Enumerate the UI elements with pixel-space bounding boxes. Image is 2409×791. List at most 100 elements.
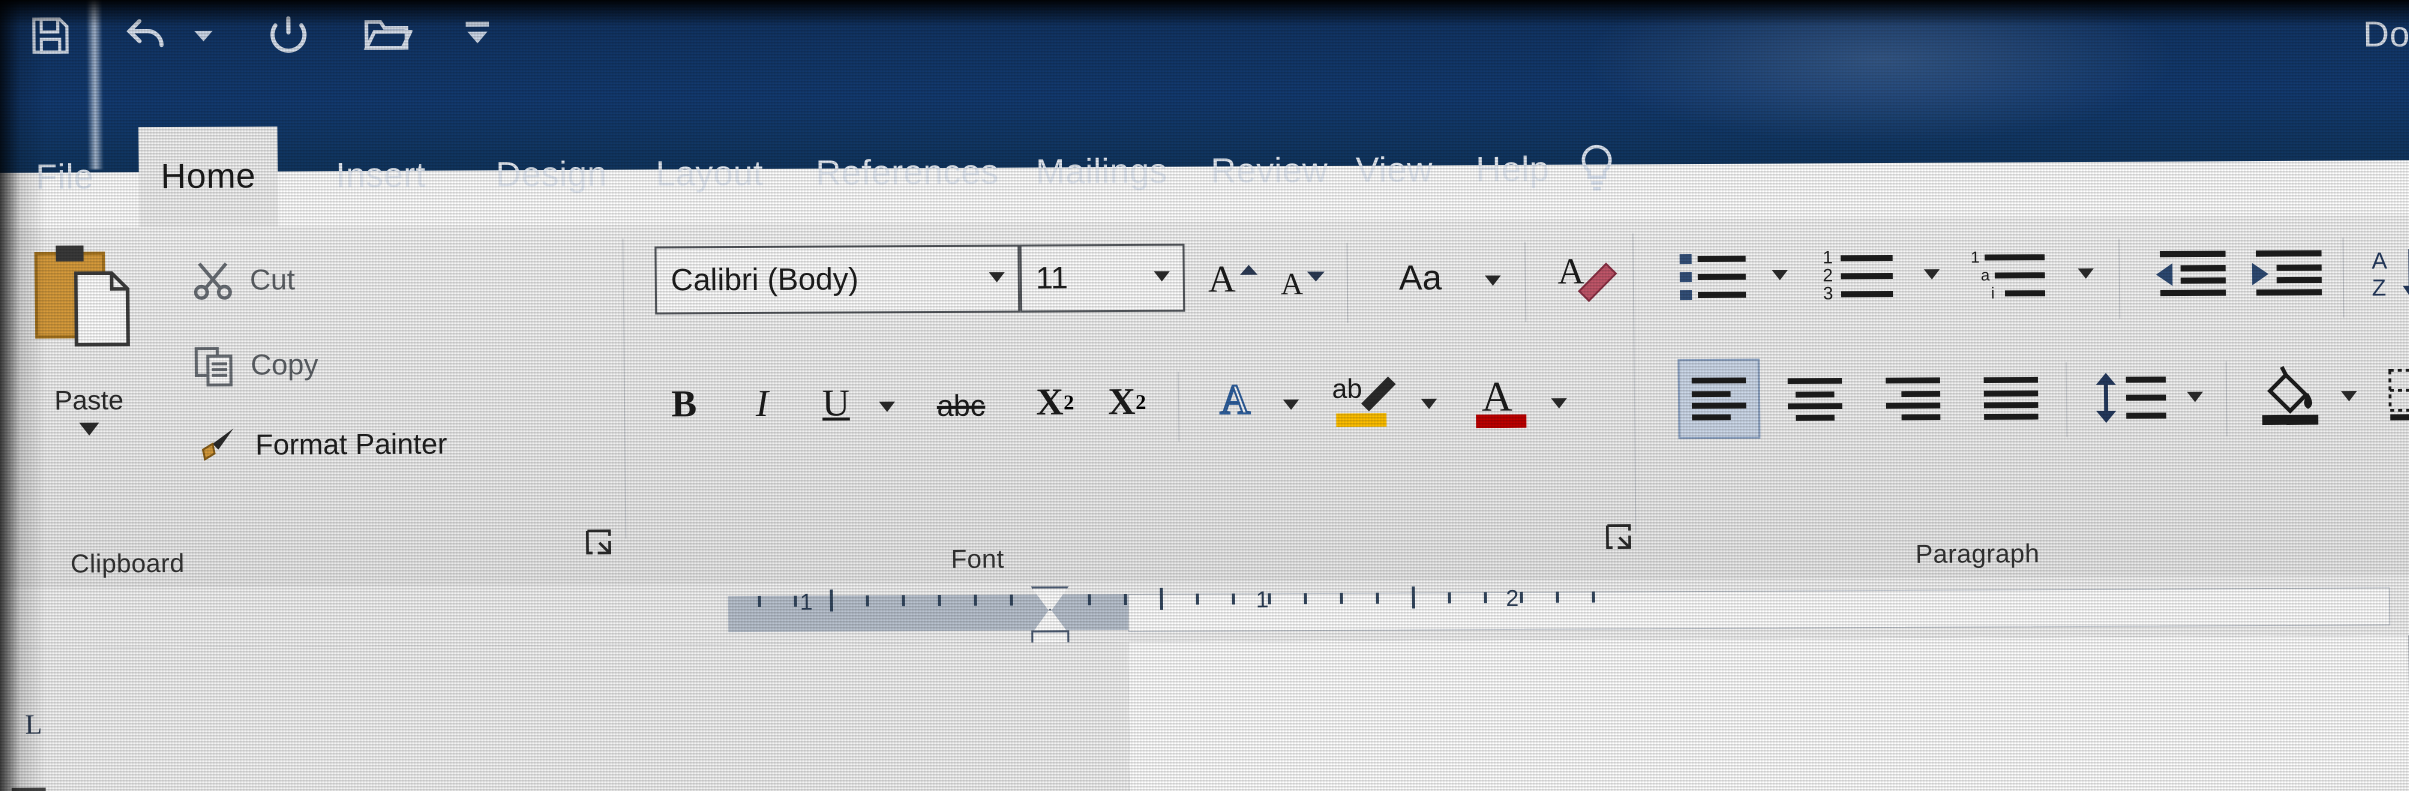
tab-stop-selector[interactable]: L [25, 710, 42, 742]
increase-indent-button[interactable] [2241, 240, 2330, 306]
tab-design[interactable]: Design [473, 125, 629, 226]
paintbrush-icon [201, 428, 234, 461]
align-left-icon [1691, 377, 1747, 421]
ruler-label-2: 2 [1505, 584, 1519, 612]
subscript-glyph: X [1035, 381, 1064, 424]
line-spacing-dropdown-icon[interactable] [2182, 388, 2208, 409]
shading-dropdown-icon[interactable] [2336, 388, 2362, 409]
grow-font-glyph: A [1207, 258, 1236, 301]
change-case-glyph: Aa [1398, 258, 1442, 298]
sort-button[interactable]: A Z [2365, 239, 2409, 305]
tab-references[interactable]: References [793, 123, 1021, 224]
svg-text:A: A [2372, 248, 2388, 274]
change-case-button[interactable]: Aa [1373, 248, 1469, 308]
ruler-label-1a: 1 [799, 588, 813, 615]
grow-font-button[interactable]: A [1203, 249, 1266, 309]
clear-formatting-button[interactable]: A [1550, 243, 1621, 307]
font-size-dropdown-icon[interactable] [1141, 267, 1183, 288]
copy-button[interactable]: Copy [190, 341, 318, 390]
superscript-button[interactable]: X 2 [1096, 372, 1159, 432]
align-right-icon [1885, 377, 1941, 421]
lightbulb-icon[interactable] [1574, 141, 1621, 202]
font-size-combo[interactable]: 11 [1019, 243, 1186, 313]
align-center-icon [1787, 377, 1843, 421]
svg-text:i: i [1991, 285, 1995, 302]
font-color-dropdown-icon[interactable] [1546, 395, 1572, 416]
align-left-button[interactable] [1677, 358, 1761, 440]
font-name-dropdown-icon[interactable] [976, 268, 1018, 289]
group-font: Calibri (Body) 11 A A Aa A B I U abc X 2… [624, 219, 1637, 582]
bold-button[interactable]: B [671, 382, 697, 426]
paste-clipboard-icon [34, 245, 130, 347]
svg-text:ab: ab [1332, 374, 1362, 404]
bullets-dropdown-icon[interactable] [1767, 267, 1793, 288]
text-effects-glyph: A [1219, 376, 1252, 424]
horizontal-ruler[interactable] [1127, 587, 2391, 633]
numbering-dropdown-icon[interactable] [1919, 266, 1945, 287]
document-page[interactable] [1128, 635, 2409, 791]
superscript-index: 2 [1135, 389, 1147, 414]
customize-qat-icon[interactable] [460, 13, 494, 53]
strikethrough-button[interactable]: abc [937, 390, 986, 424]
font-inner-separator-3 [1177, 371, 1180, 442]
undo-icon[interactable] [120, 11, 170, 59]
save-icon[interactable] [28, 12, 72, 60]
svg-text:Z: Z [2372, 275, 2386, 301]
paragraph-inner-separator-5 [2225, 361, 2228, 437]
italic-button[interactable]: I [755, 382, 768, 426]
monitor-photograph: Doc File Home Insert Design Layout Refer… [0, 0, 2409, 791]
justify-button[interactable] [1972, 365, 2051, 431]
undo-dropdown-icon[interactable] [190, 22, 216, 48]
numbering-button[interactable]: 1 2 3 [1817, 242, 1910, 308]
multilevel-list-dropdown-icon[interactable] [2073, 265, 2099, 286]
sort-az-icon: A Z [2372, 248, 2409, 301]
shading-button[interactable] [2250, 358, 2331, 430]
scissors-icon [193, 262, 232, 300]
borders-grid-icon [2388, 368, 2409, 421]
text-effects-dropdown-icon[interactable] [1278, 396, 1304, 417]
redo-icon[interactable] [264, 10, 312, 58]
text-effects-button[interactable]: A [1204, 369, 1267, 431]
text-highlight-button[interactable]: ab [1326, 366, 1405, 434]
font-color-button[interactable]: A [1466, 365, 1537, 433]
ruler-left-margin-area[interactable] [727, 594, 1129, 633]
tab-file[interactable]: File [13, 127, 116, 228]
format-painter-button[interactable]: Format Painter [191, 421, 447, 470]
clipboard-dialog-launcher[interactable] [582, 526, 616, 565]
justify-icon [1983, 376, 2039, 420]
paragraph-inner-separator-1 [2118, 238, 2121, 319]
tab-insert[interactable]: Insert [313, 126, 448, 227]
cut-button[interactable]: Cut [190, 256, 296, 305]
highlight-dropdown-icon[interactable] [1416, 395, 1442, 416]
center-button[interactable] [1776, 366, 1855, 432]
tab-review[interactable]: Review [1188, 121, 1350, 222]
align-right-button[interactable] [1874, 366, 1953, 432]
font-name-combo[interactable]: Calibri (Body) [654, 244, 1021, 315]
change-case-dropdown-icon[interactable] [1480, 272, 1506, 293]
shrink-font-button[interactable]: A [1275, 257, 1334, 311]
subscript-button[interactable]: X 2 [1024, 372, 1087, 432]
document-area: L [0, 635, 2409, 791]
word-application-window: Doc File Home Insert Design Layout Refer… [0, 0, 2409, 791]
tab-home[interactable]: Home [138, 126, 279, 228]
tab-layout[interactable]: Layout [633, 124, 785, 225]
decrease-indent-button[interactable] [2145, 240, 2234, 306]
cut-label: Cut [249, 263, 296, 297]
bullets-icon [1679, 254, 1747, 301]
underline-dropdown-icon[interactable] [874, 398, 900, 419]
font-name-value: Calibri (Body) [670, 261, 859, 298]
borders-button[interactable] [2380, 359, 2409, 429]
increase-indent-icon [2251, 250, 2322, 296]
bullets-button[interactable] [1673, 243, 1760, 309]
font-group-label: Font [950, 543, 1005, 574]
tab-help[interactable]: Help [1453, 120, 1572, 221]
tab-view[interactable]: View [1333, 120, 1455, 221]
multilevel-list-button[interactable]: 1 a i [1965, 241, 2064, 308]
paragraph-inner-separator-2 [2342, 237, 2345, 318]
font-inner-separator-1 [1346, 242, 1349, 323]
paste-button[interactable]: Paste [12, 241, 164, 444]
underline-button[interactable]: U [822, 381, 850, 425]
line-spacing-button[interactable] [2088, 365, 2173, 431]
open-folder-icon[interactable] [360, 10, 413, 58]
tab-mailings[interactable]: Mailings [1013, 122, 1190, 223]
